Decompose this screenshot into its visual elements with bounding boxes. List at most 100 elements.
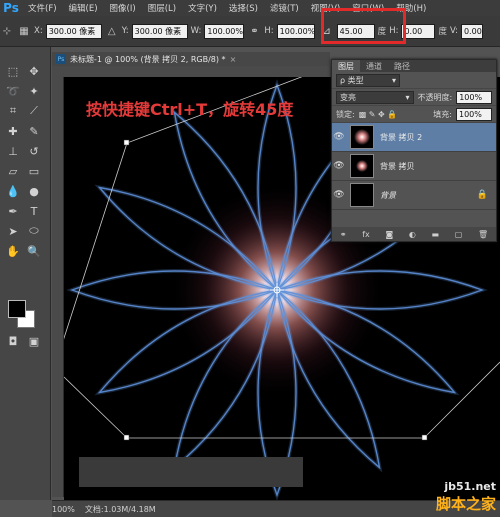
history-brush-tool-icon[interactable]: ↺	[26, 143, 42, 159]
layer-item[interactable]: 👁 背景 拷贝	[332, 152, 496, 181]
lock-row: 锁定: ▩ ✎ ✥ 🔒 填充: 100%	[332, 106, 496, 123]
layers-panel-tabs: 图层 通道 路径	[332, 60, 496, 72]
lock-icon: 🔒	[476, 190, 488, 200]
watermark-name: 脚本之家	[435, 495, 496, 513]
menu-image[interactable]: 图像(I)	[104, 2, 142, 14]
link-icon[interactable]: ⚭	[247, 24, 261, 38]
opacity-input[interactable]: 100%	[456, 90, 492, 104]
visibility-eye-icon[interactable]: 👁	[332, 132, 346, 142]
y-label: Y:	[121, 26, 129, 36]
crop-tool-icon[interactable]: ⌗	[5, 103, 21, 119]
options-bar: ⊹ ▦ X: 300.00 像素 △ Y: 300.00 像素 W: 100.0…	[0, 16, 500, 47]
document-tab[interactable]: Ps 未标题-1 @ 100% (背景 拷贝 2, RGB/8) * ×	[52, 52, 330, 67]
x-label: X:	[34, 26, 43, 36]
fill-input[interactable]: 100%	[456, 107, 492, 121]
mask-icon[interactable]: ◙	[385, 230, 393, 239]
blend-mode-label: 变亮	[340, 92, 356, 102]
adjustment-icon[interactable]: ◐	[409, 230, 416, 239]
layer-name: 背景	[380, 190, 396, 200]
new-layer-icon[interactable]: ▢	[455, 230, 463, 239]
tools-panel: ⬚ ✥ ➰ ✦ ⌗ ⟋ ✚ ✎ ⊥ ↺ ▱ ▭ 💧 ● ✒ T ➤ ⬭ ✋ 🔍 …	[0, 47, 51, 500]
layer-kind-select[interactable]: ρ 类型 ▾	[336, 73, 400, 87]
vertical-ruler[interactable]	[52, 77, 64, 497]
menu-file[interactable]: 文件(F)	[22, 2, 63, 14]
menu-bar: Ps 文件(F) 编辑(E) 图像(I) 图层(L) 文字(Y) 选择(S) 滤…	[0, 0, 500, 16]
foreground-color-swatch[interactable]	[8, 300, 26, 318]
gradient-tool-icon[interactable]: ▭	[26, 163, 42, 179]
photoshop-logo[interactable]: Ps	[0, 0, 22, 16]
eyedropper-tool-icon[interactable]: ⟋	[26, 103, 42, 119]
watermark: jb51.net 脚本之家	[436, 480, 496, 514]
pen-tool-icon[interactable]: ✒	[5, 203, 21, 219]
magic-wand-tool-icon[interactable]: ✦	[26, 83, 42, 99]
layer-item[interactable]: 👁 背景 拷贝 2	[332, 123, 496, 152]
chevron-down-icon: ▾	[391, 75, 396, 85]
visibility-eye-icon[interactable]: 👁	[332, 190, 346, 200]
layers-panel: 图层 通道 路径 ρ 类型 ▾ 变亮 ▾ 不透明度: 100% 锁定: ▩ ✎ ✥ …	[331, 59, 497, 242]
y-input[interactable]: 300.00 像素	[131, 23, 188, 39]
chevron-down-icon: ▾	[405, 92, 410, 102]
ellipse-tool-icon[interactable]: ⬭	[26, 223, 42, 239]
h-label: H:	[264, 26, 274, 36]
trash-icon[interactable]: 🗑	[478, 230, 488, 239]
overlay-block	[79, 457, 303, 487]
x-input[interactable]: 300.00 像素	[45, 23, 102, 39]
tab-channels[interactable]: 通道	[360, 61, 388, 72]
layers-panel-footer: ⚭ fx ◙ ◐ ▬ ▢ 🗑	[332, 227, 496, 241]
layer-thumbnail	[350, 183, 374, 207]
move-tool-icon[interactable]: ✥	[26, 63, 42, 79]
document-ps-icon: Ps	[56, 54, 66, 64]
relative-position-icon[interactable]: △	[105, 24, 119, 38]
status-bar: 100% 文档:1.03M/4.18M	[52, 500, 500, 517]
transform-tool-icon[interactable]: ⊹	[0, 24, 14, 38]
menu-edit[interactable]: 编辑(E)	[63, 2, 104, 14]
eraser-tool-icon[interactable]: ▱	[5, 163, 21, 179]
lasso-tool-icon[interactable]: ➰	[5, 83, 21, 99]
blur-tool-icon[interactable]: 💧	[5, 183, 21, 199]
visibility-eye-icon[interactable]: 👁	[332, 161, 346, 171]
menu-type[interactable]: 文字(Y)	[182, 2, 223, 14]
layer-filter-row: ρ 类型 ▾	[332, 72, 496, 89]
fill-label: 填充:	[433, 109, 452, 119]
reference-point-icon[interactable]: ▦	[17, 24, 31, 38]
watermark-url: jb51.net	[444, 480, 496, 493]
menu-select[interactable]: 选择(S)	[223, 2, 264, 14]
path-selection-tool-icon[interactable]: ➤	[5, 223, 21, 239]
tab-paths[interactable]: 路径	[388, 61, 416, 72]
hand-tool-icon[interactable]: ✋	[5, 243, 21, 259]
layer-thumbnail	[350, 154, 374, 178]
link-layers-icon[interactable]: ⚭	[340, 230, 347, 239]
document-size[interactable]: 文档:1.03M/4.18M	[85, 504, 156, 515]
h-skew-unit: 度	[438, 27, 447, 37]
menu-layer[interactable]: 图层(L)	[142, 2, 182, 14]
healing-brush-tool-icon[interactable]: ✚	[5, 123, 21, 139]
lock-label: 锁定:	[336, 109, 355, 119]
fx-icon[interactable]: fx	[362, 230, 370, 239]
document-title: 未标题-1 @ 100% (背景 拷贝 2, RGB/8) *	[70, 54, 226, 64]
layer-name: 背景 拷贝	[380, 161, 415, 171]
clone-stamp-tool-icon[interactable]: ⊥	[5, 143, 21, 159]
zoom-level[interactable]: 100%	[52, 505, 75, 514]
type-tool-icon[interactable]: T	[26, 203, 42, 219]
marquee-tool-icon[interactable]: ⬚	[5, 63, 21, 79]
tab-layers[interactable]: 图层	[332, 60, 360, 72]
dodge-tool-icon[interactable]: ●	[26, 183, 42, 199]
zoom-tool-icon[interactable]: 🔍	[26, 243, 42, 259]
ruler-corner	[52, 66, 64, 77]
h-skew-input[interactable]: 0.00	[401, 23, 436, 39]
v-skew-input[interactable]: 0.00	[460, 23, 483, 39]
layer-kind-label: ρ 类型	[340, 75, 364, 85]
w-label: W:	[190, 26, 202, 36]
quick-mask-icon[interactable]: ◘	[5, 333, 21, 349]
folder-icon[interactable]: ▬	[432, 230, 440, 239]
screen-mode-icon[interactable]: ▣	[26, 333, 42, 349]
lock-pixels-icon[interactable]: ▩ ✎ ✥ 🔒	[359, 110, 398, 119]
menu-filter[interactable]: 滤镜(T)	[264, 2, 305, 14]
blend-mode-select[interactable]: 变亮 ▾	[336, 90, 414, 104]
layer-item[interactable]: 👁 背景 🔒	[332, 181, 496, 210]
layer-thumbnail	[350, 125, 374, 149]
close-icon[interactable]: ×	[230, 55, 237, 64]
width-input[interactable]: 100.00%	[204, 23, 245, 39]
brush-tool-icon[interactable]: ✎	[26, 123, 42, 139]
height-input[interactable]: 100.00%	[276, 23, 315, 39]
